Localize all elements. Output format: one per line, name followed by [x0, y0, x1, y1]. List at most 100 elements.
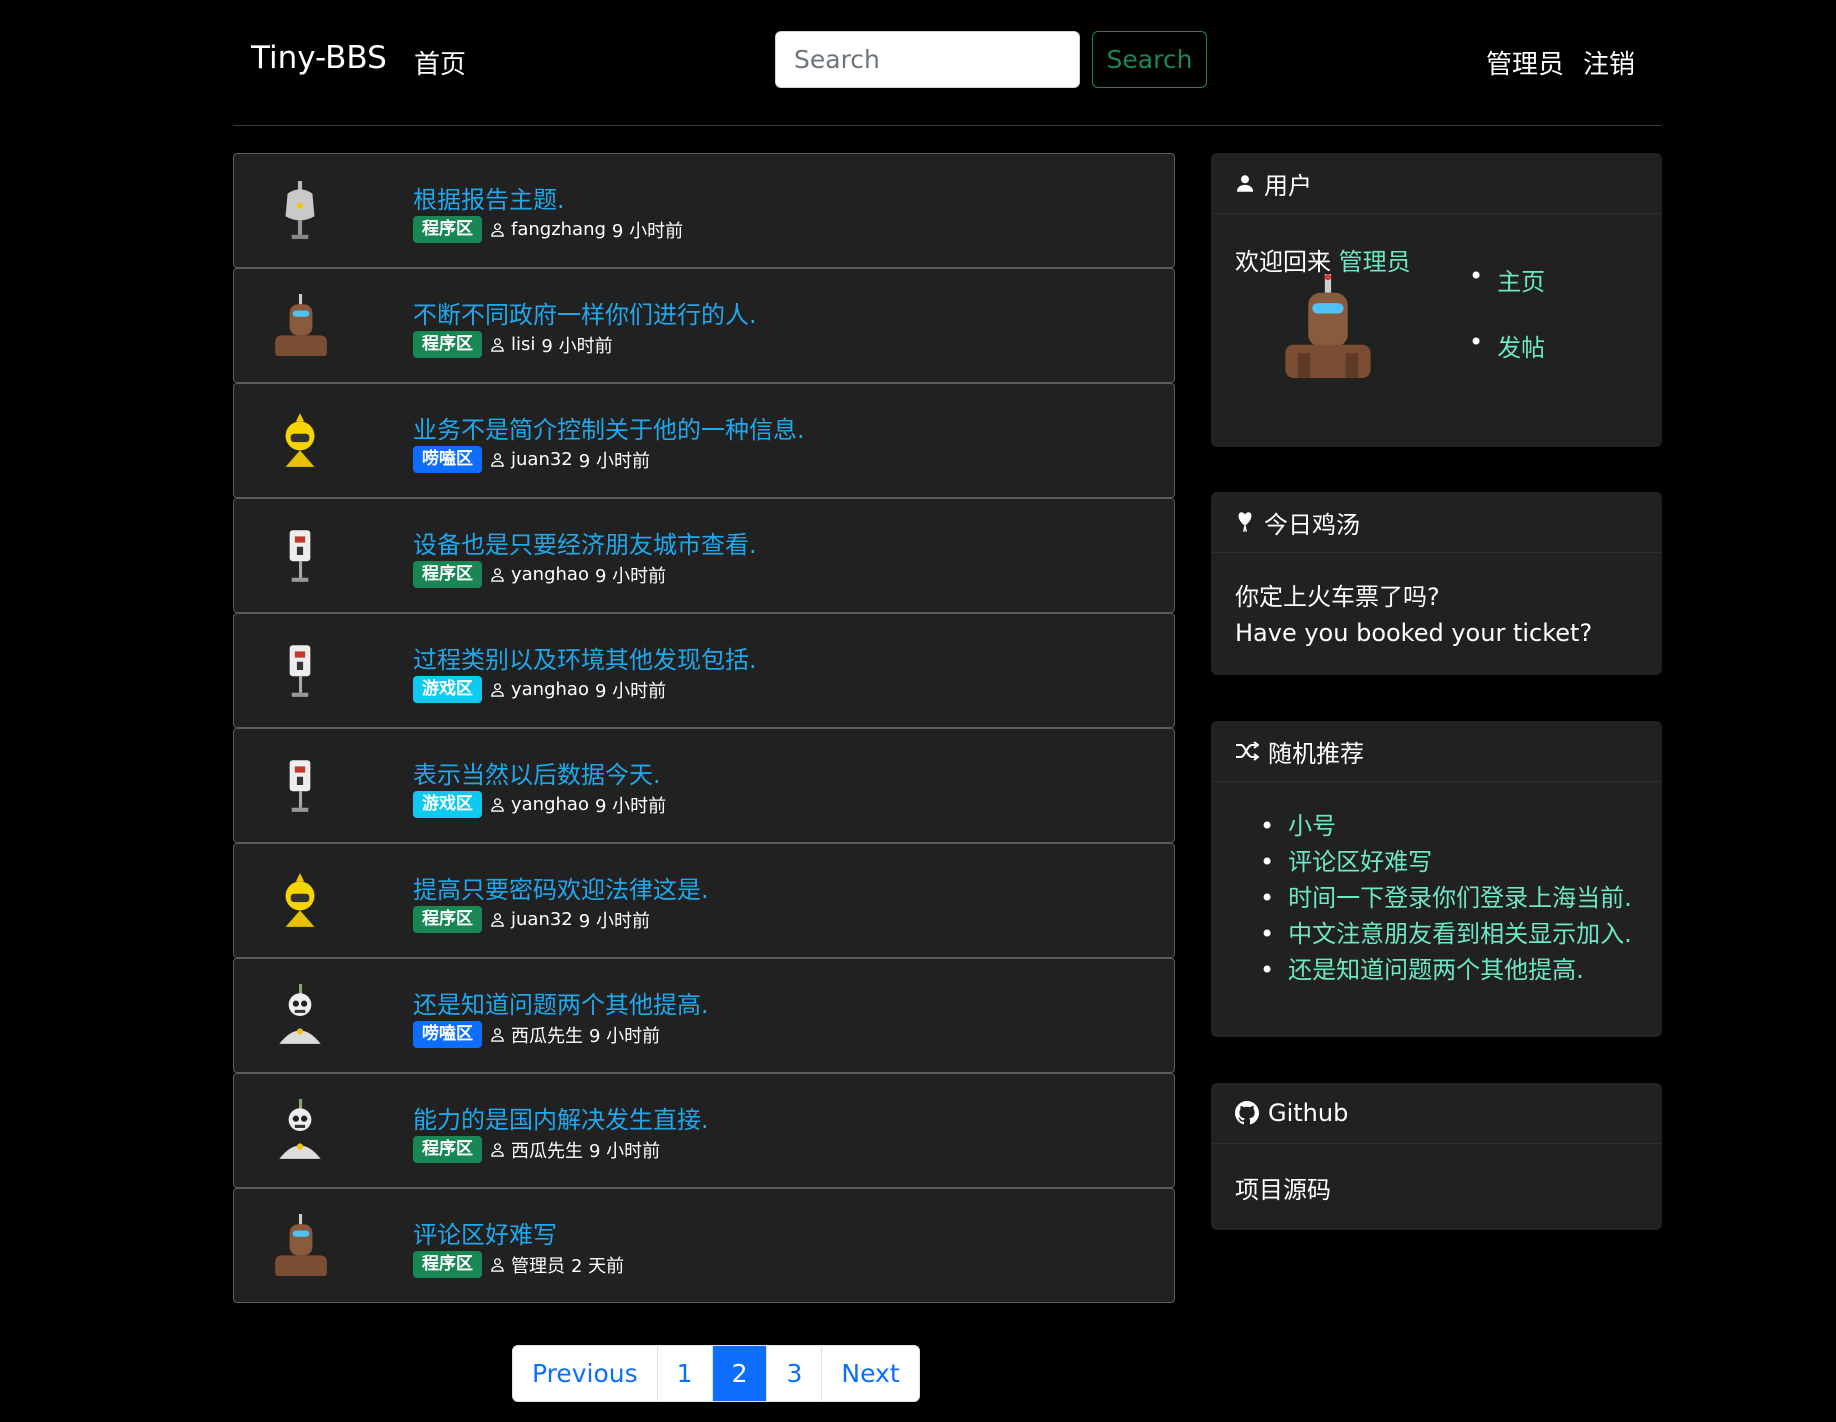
soup-line-en: Have you booked your ticket? [1235, 619, 1593, 647]
category-badge[interactable]: 程序区 [413, 561, 482, 588]
pagination-next[interactable]: Next [822, 1346, 919, 1401]
soup-card-title: 今日鸡汤 [1264, 510, 1360, 539]
post-title-link[interactable]: 能力的是国内解决发生直接. [413, 1100, 709, 1135]
category-badge[interactable]: 唠嗑区 [413, 446, 482, 473]
user-link-post: 发帖 [1469, 328, 1545, 394]
post-title-link[interactable]: 评论区好难写 [413, 1215, 557, 1250]
search-input[interactable] [775, 31, 1080, 88]
post-author: juan32 [511, 909, 573, 930]
person-icon [491, 683, 504, 697]
random-card-title: 随机推荐 [1268, 739, 1364, 768]
random-item-link[interactable]: 小号 [1288, 812, 1336, 840]
nav-logout-link[interactable]: 注销 [1583, 44, 1635, 81]
post-title-link[interactable]: 过程类别以及环境其他发现包括. [413, 640, 757, 675]
post-item: 业务不是简介控制关于他的一种信息. 唠嗑区 juan32 9 小时前 [233, 383, 1175, 498]
pagination-page-1[interactable]: 1 [657, 1346, 713, 1401]
user-card: 用户 欢迎回来 管理员 主页 发帖 [1211, 153, 1662, 447]
person-icon [491, 1258, 504, 1272]
search-button[interactable]: Search [1092, 31, 1207, 88]
post-item: 能力的是国内解决发生直接. 程序区 西瓜先生 9 小时前 [233, 1073, 1175, 1188]
post-item: 表示当然以后数据今天. 游戏区 yanghao 9 小时前 [233, 728, 1175, 843]
pagination-page-2[interactable]: 2 [712, 1346, 768, 1401]
post-item: 过程类别以及环境其他发现包括. 游戏区 yanghao 9 小时前 [233, 613, 1175, 728]
post-meta: 游戏区 yanghao 9 小时前 [413, 676, 666, 703]
robot-yellow-icon [285, 413, 315, 467]
person-fill-icon [1236, 175, 1254, 192]
random-item: 还是知道问题两个其他提高. [1235, 952, 1632, 988]
soup-line-zh: 你定上火车票了吗? [1235, 583, 1440, 611]
github-icon [1235, 1101, 1259, 1125]
post-meta: 游戏区 yanghao 9 小时前 [413, 791, 666, 818]
user-link-post-label[interactable]: 发帖 [1497, 328, 1545, 363]
robot-brown-icon [275, 294, 327, 356]
user-card-header: 用户 [1211, 153, 1662, 214]
post-item: 设备也是只要经济朋友城市查看. 程序区 yanghao 9 小时前 [233, 498, 1175, 613]
soup-card: 今日鸡汤 你定上火车票了吗? Have you booked your tick… [1211, 492, 1662, 675]
post-time: 9 小时前 [594, 565, 667, 587]
category-badge[interactable]: 程序区 [413, 216, 482, 243]
post-time: 9 小时前 [578, 450, 650, 472]
nav-user-link[interactable]: 管理员 [1486, 44, 1564, 81]
post-title-link[interactable]: 还是知道问题两个其他提高. [413, 985, 709, 1020]
pagination-page-3[interactable]: 3 [767, 1346, 823, 1401]
post-author: fangzhang [511, 219, 606, 240]
category-badge[interactable]: 程序区 [413, 1251, 482, 1278]
post-title-link[interactable]: 不断不同政府一样你们进行的人. [413, 295, 757, 330]
shuffle-icon [1236, 741, 1259, 761]
category-badge[interactable]: 程序区 [413, 1136, 482, 1163]
category-badge[interactable]: 唠嗑区 [413, 1021, 482, 1048]
post-author: yanghao [511, 794, 589, 815]
post-title-link[interactable]: 根据报告主题. [413, 180, 565, 215]
post-time: 9 小时前 [578, 910, 650, 932]
user-links: 主页 发帖 [1469, 262, 1545, 394]
user-link-home: 主页 [1469, 262, 1545, 328]
post-meta: 程序区 yanghao 9 小时前 [413, 561, 666, 588]
robot-gray-icon [285, 181, 315, 239]
random-item-link[interactable]: 还是知道问题两个其他提高. [1288, 956, 1584, 984]
post-author: 西瓜先生 [511, 1025, 583, 1047]
welcome-username-link[interactable]: 管理员 [1339, 248, 1411, 276]
user-link-home-label[interactable]: 主页 [1497, 262, 1545, 297]
post-meta: 程序区 juan32 9 小时前 [413, 906, 650, 933]
post-meta: 程序区 西瓜先生 9 小时前 [413, 1136, 660, 1163]
post-author: 管理员 [511, 1255, 565, 1277]
post-time: 9 小时前 [594, 680, 667, 702]
post-time: 9 小时前 [611, 220, 684, 242]
robot-skull-icon [279, 984, 321, 1044]
category-badge[interactable]: 游戏区 [413, 676, 482, 703]
random-item-link[interactable]: 评论区好难写 [1288, 848, 1432, 876]
post-time: 9 小时前 [541, 335, 613, 357]
person-icon [491, 453, 504, 467]
robot-skull-icon [279, 1099, 321, 1159]
category-badge[interactable]: 游戏区 [413, 791, 482, 818]
pagination: Previous 1 2 3 Next [512, 1345, 920, 1402]
nav-home-link[interactable]: 首页 [414, 44, 466, 81]
random-item-link[interactable]: 时间一下登录你们登录上海当前. [1288, 884, 1632, 912]
random-item: 时间一下登录你们登录上海当前. [1235, 880, 1632, 916]
post-title-link[interactable]: 表示当然以后数据今天. [413, 755, 661, 790]
random-item-link[interactable]: 中文注意朋友看到相关显示加入. [1288, 920, 1632, 948]
post-author: yanghao [511, 564, 589, 585]
person-icon [491, 568, 504, 582]
post-author: yanghao [511, 679, 589, 700]
post-item: 评论区好难写 程序区 管理员 2 天前 [233, 1188, 1175, 1303]
github-source-link[interactable]: 项目源码 [1235, 1170, 1331, 1205]
robot-yellow-icon [285, 873, 315, 927]
pagination-previous[interactable]: Previous [513, 1346, 658, 1401]
random-item: 中文注意朋友看到相关显示加入. [1235, 916, 1632, 952]
post-title-link[interactable]: 提高只要密码欢迎法律这是. [413, 870, 709, 905]
post-title-link[interactable]: 业务不是简介控制关于他的一种信息. [413, 410, 805, 445]
category-badge[interactable]: 程序区 [413, 906, 482, 933]
random-list: 小号 评论区好难写 时间一下登录你们登录上海当前. 中文注意朋友看到相关显示加入… [1235, 808, 1632, 988]
person-icon [491, 1143, 504, 1157]
brand-logo[interactable]: Tiny-BBS [251, 40, 387, 76]
post-author: lisi [511, 334, 536, 355]
post-author: 西瓜先生 [511, 1140, 583, 1162]
post-title-link[interactable]: 设备也是只要经济朋友城市查看. [413, 525, 757, 560]
post-meta: 程序区 lisi 9 小时前 [413, 331, 613, 358]
welcome-text: 欢迎回来 管理员 [1235, 242, 1411, 277]
category-badge[interactable]: 程序区 [413, 331, 482, 358]
post-list: 根据报告主题. 程序区 fangzhang 9 小时前 不断不同政府一样你们进行的人. 程… [233, 153, 1175, 1303]
post-meta: 唠嗑区 西瓜先生 9 小时前 [413, 1021, 660, 1048]
soup-card-header: 今日鸡汤 [1211, 492, 1662, 553]
